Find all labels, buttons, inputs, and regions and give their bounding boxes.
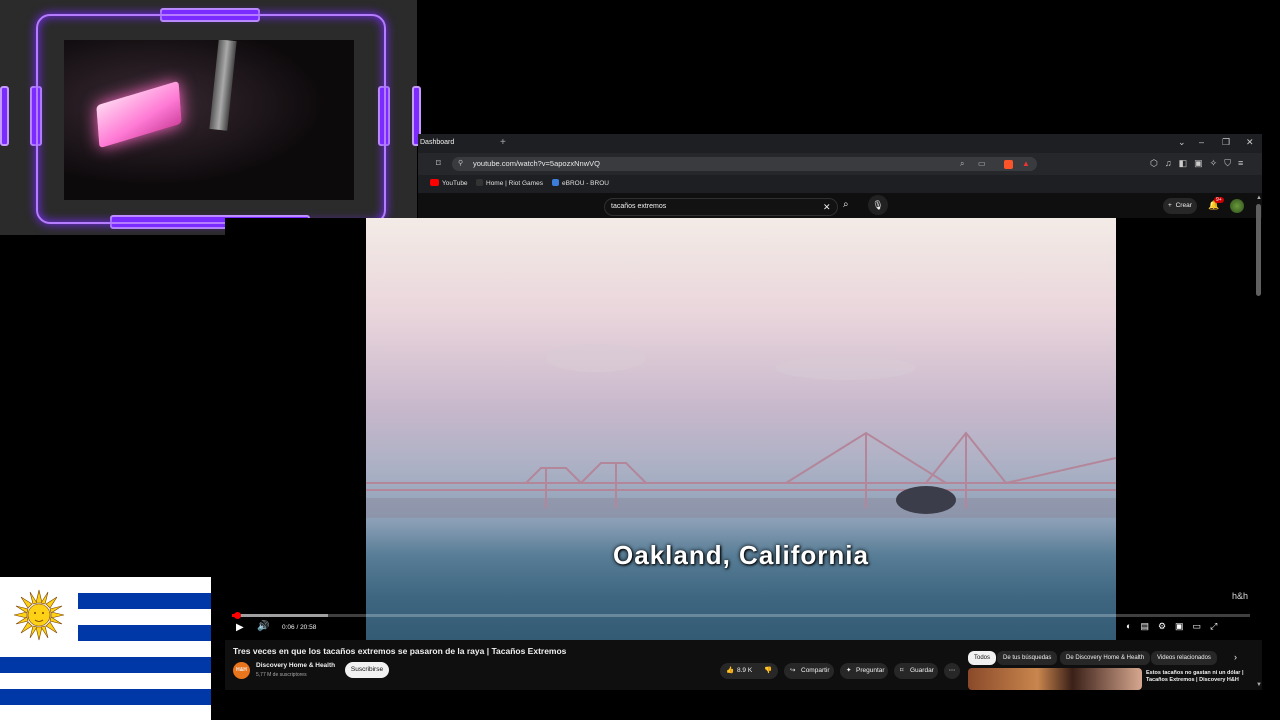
menu-icon[interactable]: ≡ [1238, 158, 1250, 168]
sidebar-icon[interactable]: ◧ [1179, 158, 1195, 168]
bookmark-riot[interactable]: Home | Riot Games [486, 180, 543, 187]
like-dislike-group: 👍 8.9 K 👎 [720, 663, 778, 679]
related-video-thumbnail[interactable] [968, 668, 1142, 690]
flag-stripe [0, 657, 211, 673]
video-frame[interactable]: Oakland, California [366, 218, 1116, 640]
chip-related[interactable]: Videos relacionados [1151, 651, 1217, 665]
miniplayer-icon[interactable]: ▣ [1175, 621, 1193, 631]
media-icon[interactable]: ♫ [1165, 158, 1179, 168]
webcam-feed [64, 40, 354, 200]
scroll-down-icon[interactable]: ▼ [1256, 682, 1262, 688]
wallet-icon[interactable]: ▣ [1194, 158, 1210, 168]
channel-name[interactable]: Discovery Home & Health [256, 662, 335, 669]
extensions-icon[interactable]: ⬡ [1150, 158, 1165, 168]
tab-search-chevron-icon[interactable]: ⌄ [1178, 137, 1186, 148]
bookmark-youtube[interactable]: YouTube [442, 180, 468, 187]
channel-avatar[interactable]: H&H [233, 662, 250, 679]
brou-favicon-icon [552, 179, 559, 186]
extension-icons[interactable]: ⬡♫◧▣✧⛉≡ [1150, 158, 1250, 169]
player-right-controls: ◐▤⚙▣▭⤢ [1126, 621, 1226, 632]
cast-player-icon[interactable]: ▭ [1193, 621, 1211, 631]
player-letterbox-left [225, 218, 366, 640]
buffered-bar [232, 614, 328, 617]
riot-favicon-icon [476, 179, 483, 186]
webcam-overlay [0, 0, 421, 235]
save-label: Guardar [910, 667, 934, 674]
channel-watermark[interactable]: h&h [1232, 591, 1248, 601]
bridge-scene-image [366, 344, 1116, 518]
page-scrollbar[interactable] [1256, 204, 1261, 296]
subscriber-count: 5,77 M de suscriptores [256, 672, 307, 678]
minimize-icon[interactable]: – [1199, 137, 1204, 147]
restore-icon[interactable]: ❐ [1222, 137, 1230, 148]
scroll-up-icon[interactable]: ▲ [1256, 195, 1262, 201]
settings-gear-icon[interactable]: ⚙ [1158, 621, 1175, 631]
clear-search-icon[interactable]: ✕ [823, 199, 831, 215]
ask-button[interactable]: ✦ Preguntar [840, 663, 888, 679]
close-window-icon[interactable]: ✕ [1246, 137, 1254, 148]
voice-search-icon[interactable]: 🎙 [868, 195, 888, 215]
uruguay-flag-image [0, 577, 211, 720]
vpn-icon[interactable]: ⛉ [1224, 158, 1238, 168]
plus-icon: + [1168, 202, 1172, 209]
youtube-header [418, 193, 1262, 218]
brave-shield-icon[interactable] [1004, 160, 1013, 169]
brave-rewards-icon[interactable]: ▲ [1022, 157, 1030, 171]
related-video-title[interactable]: Estos tacaños no gastan ni un dólar | Ta… [1146, 670, 1250, 684]
more-actions-icon[interactable]: ⋯ [944, 663, 960, 679]
notification-badge: 9+ [1214, 197, 1224, 203]
sun-of-may-icon [13, 589, 65, 641]
bookmark-icon[interactable]: ⌑ [436, 158, 441, 169]
dislike-icon[interactable]: 👎 [764, 663, 772, 679]
youtube-favicon-icon [430, 179, 439, 186]
subtitles-icon[interactable]: ▤ [1140, 621, 1158, 631]
leo-icon[interactable]: ✧ [1210, 158, 1225, 168]
search-query-text: tacaños extremos [611, 203, 667, 210]
time-display: 0:06 / 20:58 [277, 621, 322, 634]
new-tab-icon[interactable]: + [500, 137, 506, 148]
share-label: Compartir [801, 667, 830, 674]
chips-next-chevron-icon[interactable]: › [1234, 652, 1237, 662]
play-icon[interactable]: ▶ [236, 622, 244, 633]
share-button[interactable]: ↪ Compartir [784, 663, 834, 679]
player-letterbox-right [1116, 218, 1262, 640]
volume-icon[interactable]: 🔊 [257, 621, 269, 632]
create-label: Crear [1175, 202, 1192, 209]
like-icon[interactable]: 👍 [726, 663, 734, 679]
subscribe-button[interactable]: Suscribirse [345, 662, 389, 678]
autoplay-toggle-icon[interactable]: ◐ [1126, 621, 1140, 631]
video-title: Tres veces en que los tacaños extremos s… [233, 646, 567, 656]
video-overlay-caption: Oakland, California [613, 540, 869, 570]
zoom-icon[interactable]: ⌕ [960, 157, 964, 171]
bookmarks-bar: YouTube Home | Riot Games eBROU - BROU [418, 175, 1262, 193]
chip-from-channel[interactable]: De Discovery Home & Health [1060, 651, 1151, 665]
fullscreen-icon[interactable]: ⤢ [1210, 621, 1226, 631]
chip-all[interactable]: Todos [968, 651, 997, 665]
flag-stripe [0, 689, 211, 705]
cast-icon[interactable]: ▭ [978, 157, 986, 171]
like-count[interactable]: 8.9 K [737, 663, 752, 679]
search-input[interactable]: tacaños extremos ✕ [604, 198, 838, 216]
chip-from-searches[interactable]: De tus búsquedas [997, 651, 1058, 665]
progress-bar[interactable] [232, 612, 1250, 619]
browser-tab-bar: Dashboard + ⌄ – ❐ ✕ [418, 134, 1262, 153]
create-button[interactable]: + Crear [1163, 198, 1197, 214]
account-avatar[interactable] [1230, 199, 1244, 213]
url-field[interactable]: ⚲ youtube.com/watch?v=5apozxNnwVQ ⌕ ▭ ▲ [452, 157, 1037, 171]
url-text: youtube.com/watch?v=5apozxNnwVQ [473, 159, 600, 168]
search-icon[interactable]: ⌕ [843, 199, 849, 210]
cam-frame-edge-left [0, 86, 9, 146]
ask-label: Preguntar [856, 667, 885, 674]
save-bookmark-icon: ⌑ [900, 667, 904, 674]
share-icon: ↪ [790, 667, 796, 674]
site-info-icon[interactable]: ⚲ [458, 157, 463, 171]
save-button[interactable]: ⌑ Guardar [894, 663, 938, 679]
tab-dashboard[interactable]: Dashboard [420, 139, 454, 146]
bookmark-brou[interactable]: eBROU - BROU [562, 180, 609, 187]
sparkle-icon: ✦ [846, 667, 852, 674]
